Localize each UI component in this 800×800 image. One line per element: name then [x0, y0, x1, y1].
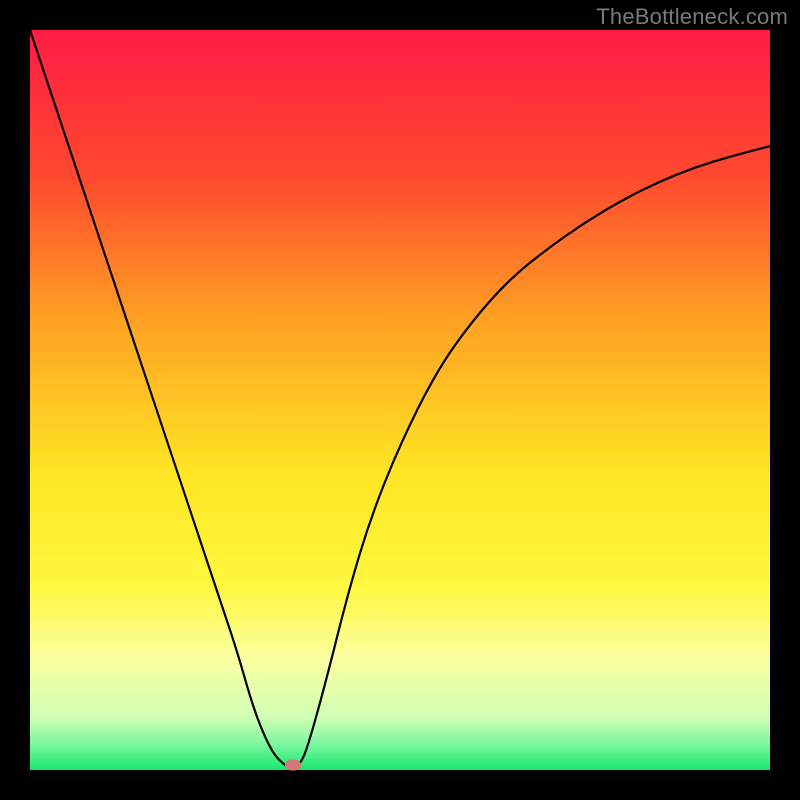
- watermark-text: TheBottleneck.com: [596, 4, 788, 30]
- chart-frame: [30, 30, 770, 770]
- minimum-marker: [285, 759, 301, 770]
- plot-svg: [30, 30, 770, 770]
- gradient-background: [30, 30, 770, 770]
